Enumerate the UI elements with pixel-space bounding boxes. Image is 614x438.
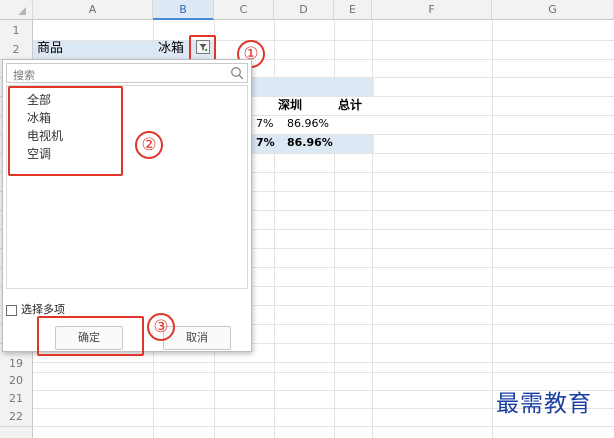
row-header-1[interactable]: 1 xyxy=(0,21,33,40)
corner-triangle-icon xyxy=(18,7,26,15)
row-header-19[interactable]: 19 xyxy=(0,356,33,371)
row-header-22[interactable]: 22 xyxy=(0,408,33,425)
column-header-d[interactable]: D xyxy=(274,0,334,20)
cell-e4-header[interactable]: 总计 xyxy=(338,96,362,114)
annotation-box-list xyxy=(8,86,123,176)
grid-hline xyxy=(33,362,614,363)
annotation-step-2: ② xyxy=(135,131,163,159)
column-header-e[interactable]: E xyxy=(334,0,372,20)
search-box[interactable] xyxy=(6,63,248,85)
row-header-21[interactable]: 21 xyxy=(0,390,33,407)
row-header-2[interactable]: 2 xyxy=(0,40,33,59)
grid-hline xyxy=(33,372,614,373)
column-header-g[interactable]: G xyxy=(492,0,614,20)
cell-d5[interactable]: 86.96% xyxy=(287,115,329,133)
cell-d6-total[interactable]: 86.96% xyxy=(287,134,333,152)
grid-hline xyxy=(33,40,614,41)
spreadsheet: A B C D E F G 1 2 19 20 21 22 商品 冰箱 深圳 总… xyxy=(0,0,614,438)
column-header-b[interactable]: B xyxy=(153,0,214,20)
cell-a2[interactable]: 商品 xyxy=(37,40,63,58)
column-header-f[interactable]: F xyxy=(372,0,492,20)
annotation-box-filter xyxy=(189,35,216,61)
grid-hline xyxy=(33,426,614,427)
select-multiple-checkbox[interactable] xyxy=(6,305,17,316)
row-header-20[interactable]: 20 xyxy=(0,372,33,389)
watermark-text: 最需教育 xyxy=(496,391,592,417)
cell-d4-header[interactable]: 深圳 xyxy=(278,96,302,114)
row-header-divider xyxy=(0,426,33,427)
column-header-c[interactable]: C xyxy=(214,0,274,20)
cell-c5[interactable]: 7% xyxy=(256,115,273,133)
search-input[interactable] xyxy=(11,66,225,85)
column-header-a[interactable]: A xyxy=(33,0,153,20)
annotation-box-ok xyxy=(37,316,144,356)
search-icon[interactable] xyxy=(230,66,244,80)
cell-c6-total[interactable]: 7% xyxy=(256,134,275,152)
select-all-corner[interactable] xyxy=(0,0,33,20)
annotation-step-3: ③ xyxy=(147,313,175,341)
cell-b2[interactable]: 冰箱 xyxy=(158,40,184,58)
